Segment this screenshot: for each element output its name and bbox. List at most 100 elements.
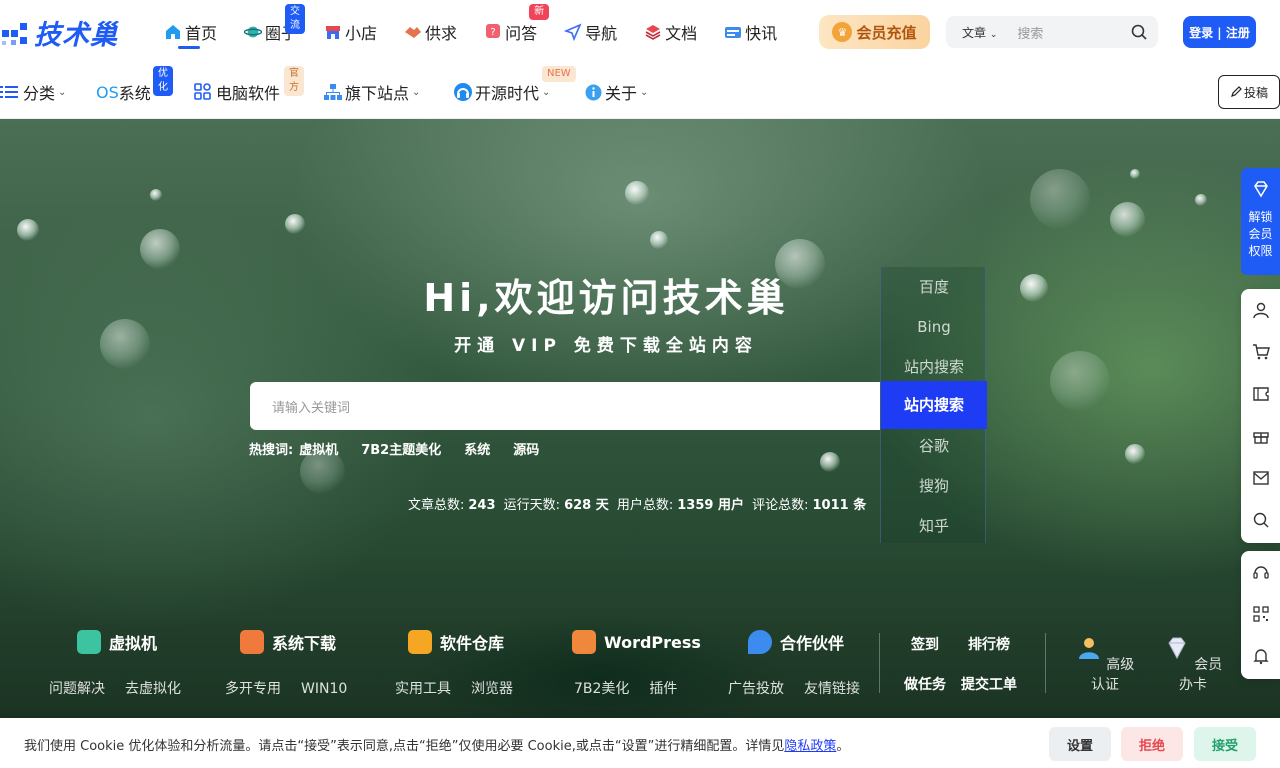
vip-side-text: 会员: [1248, 227, 1273, 241]
feature-system[interactable]: 系统下载 多开专用 WIN10: [225, 629, 347, 697]
cookie-settings-button[interactable]: 设置: [1049, 727, 1111, 761]
ticket-link[interactable]: 提交工单: [961, 674, 1017, 694]
cookie-reject-button[interactable]: 拒绝: [1121, 727, 1183, 761]
privacy-policy-link[interactable]: 隐私政策: [784, 739, 836, 754]
raindrop: [1130, 169, 1140, 179]
post-article-button[interactable]: 投稿: [1218, 75, 1280, 109]
hot-words: 热搜词: 虚拟机 7B2主题美化 系统 源码: [249, 439, 562, 458]
chevron-down-icon: ⌄: [542, 86, 551, 98]
engine-site-selected[interactable]: 站内搜索: [881, 381, 987, 429]
pen-icon: [1231, 86, 1242, 97]
subnav-item-label: 系统: [118, 84, 151, 103]
feature-partners[interactable]: 合作伙伴 广告投放 友情链接: [728, 629, 860, 697]
subnav-badge: 官方: [284, 66, 304, 96]
search-icon[interactable]: [1130, 23, 1148, 41]
feature-link[interactable]: 实用工具: [395, 681, 451, 697]
nav-item-label: 导航: [585, 24, 618, 43]
subnav-item-about[interactable]: 关于 ⌄: [585, 82, 649, 103]
hot-word[interactable]: 虚拟机: [299, 439, 338, 458]
nav-item-docs[interactable]: 文档: [644, 0, 697, 64]
feature-link[interactable]: WIN10: [301, 681, 347, 697]
profile-button[interactable]: [1241, 289, 1280, 331]
feature-link[interactable]: 广告投放: [728, 681, 784, 697]
subnav-item-sites[interactable]: 旗下站点 ⌄: [324, 82, 421, 103]
raindrop: [820, 452, 840, 472]
support-button[interactable]: [1241, 551, 1280, 593]
nav-item-shop[interactable]: 小店: [324, 0, 377, 64]
subnav-item-software[interactable]: 官方 电脑软件 ⌄: [194, 66, 304, 103]
user-icon: [1252, 302, 1269, 319]
engine-sogou[interactable]: 搜狗: [881, 466, 987, 506]
gift-button[interactable]: [1241, 415, 1280, 457]
feature-link[interactable]: 去虚拟化: [125, 681, 181, 697]
subnav-item-label: 分类: [23, 84, 56, 103]
diamond-outline-icon: [1253, 181, 1268, 198]
engine-baidu[interactable]: 百度: [881, 267, 987, 307]
feature-vm[interactable]: 虚拟机 问题解决 去虚拟化: [49, 629, 181, 697]
hot-word[interactable]: 7B2主题美化: [361, 439, 441, 458]
feature-link[interactable]: 插件: [649, 681, 677, 697]
feature-link[interactable]: 问题解决: [49, 681, 105, 697]
hero-search-input[interactable]: 请输入关键词: [250, 382, 880, 430]
feature-link[interactable]: 7B2美化: [574, 681, 629, 697]
shop-icon: [324, 23, 342, 41]
raindrop: [1110, 202, 1145, 237]
nav-item-qa[interactable]: 新 ? 问答: [484, 0, 550, 64]
feature-title: WordPress: [604, 632, 701, 652]
advanced-cert-link[interactable]: 高级认证: [1075, 635, 1135, 694]
right-support-panel: [1241, 551, 1280, 679]
apps-icon: [194, 83, 211, 100]
header-search-input[interactable]: 搜索: [1017, 23, 1130, 42]
raindrop: [1125, 444, 1145, 464]
ticket-icon: [1252, 387, 1269, 401]
feature-software[interactable]: 软件仓库 实用工具 浏览器: [395, 629, 513, 697]
login-register-button[interactable]: 登录 | 注册: [1183, 16, 1256, 48]
feature-title: 虚拟机: [109, 634, 158, 653]
cookie-text: 我们使用 Cookie 优化体验和分析流量。请点击“接受”表示同意,点击“拒绝”…: [24, 739, 785, 754]
svg-text:?: ?: [490, 27, 495, 38]
site-logo[interactable]: 技术巢: [0, 14, 118, 51]
feature-link[interactable]: 多开专用: [225, 681, 281, 697]
side-search-button[interactable]: [1241, 499, 1280, 541]
hot-word[interactable]: 源码: [513, 439, 539, 458]
search-type-select[interactable]: 文章 ⌄: [962, 24, 997, 41]
feature-link[interactable]: 浏览器: [471, 681, 513, 697]
feature-link[interactable]: 友情链接: [804, 681, 860, 697]
engine-zhihu[interactable]: 知乎: [881, 506, 987, 546]
chevron-down-icon: ⌄: [640, 86, 649, 98]
nav-item-circle[interactable]: 交流 圈子: [244, 0, 306, 64]
ranking-link[interactable]: 排行榜: [968, 634, 1010, 654]
subnav-item-opensource[interactable]: NEW 开源时代 ⌄: [453, 66, 576, 103]
engine-bing[interactable]: Bing: [881, 307, 987, 347]
subnav-item-os[interactable]: 优化 OS 系统 ⌄: [96, 66, 173, 103]
nav-item-navigation[interactable]: 导航: [564, 0, 617, 64]
chevron-down-icon: ⌄: [412, 86, 421, 98]
feature-strip: 虚拟机 问题解决 去虚拟化 系统下载 多开专用 WIN10 软件仓库 实用工具 浏览器…: [0, 619, 1240, 719]
engine-google[interactable]: 谷歌: [881, 426, 987, 466]
subnav-badge: NEW: [542, 66, 576, 82]
vip-recharge-button[interactable]: ♛ 会员充值: [819, 15, 930, 49]
qrcode-button[interactable]: [1241, 593, 1280, 635]
stat-label: 用户总数:: [616, 498, 674, 513]
unlock-vip-button[interactable]: 解锁 会员 权限: [1241, 168, 1280, 275]
hot-word[interactable]: 系统: [464, 439, 490, 458]
message-button[interactable]: [1241, 457, 1280, 499]
tasks-link[interactable]: 做任务: [904, 674, 946, 694]
location-pin-icon: [748, 630, 772, 654]
cart-button[interactable]: [1241, 331, 1280, 373]
notification-button[interactable]: [1241, 635, 1280, 677]
cookie-accept-button[interactable]: 接受: [1194, 727, 1256, 761]
stat-label: 文章总数:: [408, 498, 465, 513]
checkin-link[interactable]: 签到: [911, 634, 939, 654]
feature-wordpress[interactable]: WordPress 7B2美化 插件: [572, 629, 701, 697]
coupon-button[interactable]: [1241, 373, 1280, 415]
nav-item-supply[interactable]: 供求: [404, 0, 457, 64]
subnav-item-category[interactable]: 分类 ⌄: [0, 82, 66, 103]
stat-comments: 1011 条: [812, 498, 867, 513]
qrcode-icon: [1252, 606, 1269, 622]
nav-item-news[interactable]: 快讯: [724, 0, 777, 64]
nav-item-home[interactable]: 首页: [164, 0, 217, 64]
member-card-link[interactable]: 会员办卡: [1163, 635, 1223, 694]
user-cert-icon: [1078, 638, 1099, 659]
vip-recharge-label: 会员充值: [856, 23, 917, 42]
